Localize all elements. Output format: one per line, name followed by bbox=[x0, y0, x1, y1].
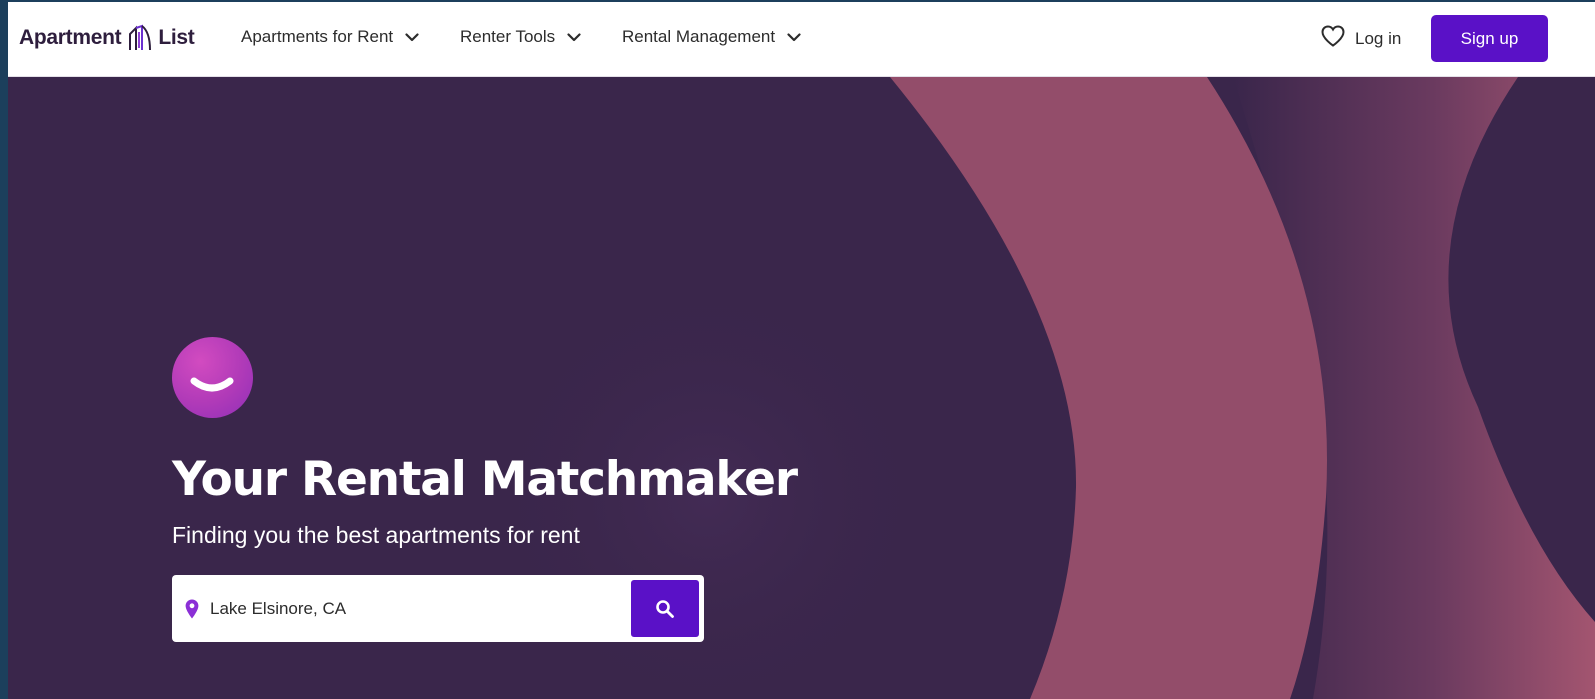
login-link[interactable]: Log in bbox=[1355, 29, 1401, 49]
chevron-down-icon bbox=[567, 32, 581, 42]
hero-subtitle: Finding you the best apartments for rent bbox=[172, 522, 580, 548]
logo-text-apartment: Apartment bbox=[19, 26, 122, 49]
logo-text-list: List bbox=[158, 26, 195, 49]
location-search-bar bbox=[172, 575, 704, 642]
smile-icon bbox=[172, 337, 253, 418]
nav-label: Renter Tools bbox=[460, 27, 556, 46]
signup-button[interactable]: Sign up bbox=[1431, 15, 1548, 62]
nav-rental-management[interactable]: Rental Management bbox=[622, 27, 801, 47]
hero-section: Your Rental Matchmaker Finding you the b… bbox=[172, 337, 798, 642]
map-pin-icon bbox=[185, 599, 199, 619]
top-navbar: Apartment List Apartments for Rent Rente… bbox=[8, 2, 1595, 77]
chevron-down-icon bbox=[405, 32, 419, 42]
nav-label: Rental Management bbox=[622, 27, 776, 46]
nav-renter-tools[interactable]: Renter Tools bbox=[460, 27, 581, 47]
search-icon bbox=[655, 599, 675, 619]
building-logo-icon bbox=[128, 24, 152, 52]
site-logo[interactable]: Apartment List bbox=[19, 24, 195, 52]
chevron-down-icon bbox=[787, 32, 801, 42]
nav-label: Apartments for Rent bbox=[241, 27, 394, 46]
nav-apartments-for-rent[interactable]: Apartments for Rent bbox=[241, 27, 419, 47]
heart-icon[interactable] bbox=[1320, 24, 1346, 48]
search-button[interactable] bbox=[631, 580, 699, 637]
hero-title: Your Rental Matchmaker bbox=[172, 452, 798, 507]
location-search-input[interactable] bbox=[210, 598, 610, 619]
browser-viewport: Apartment List Apartments for Rent Rente… bbox=[8, 2, 1595, 699]
